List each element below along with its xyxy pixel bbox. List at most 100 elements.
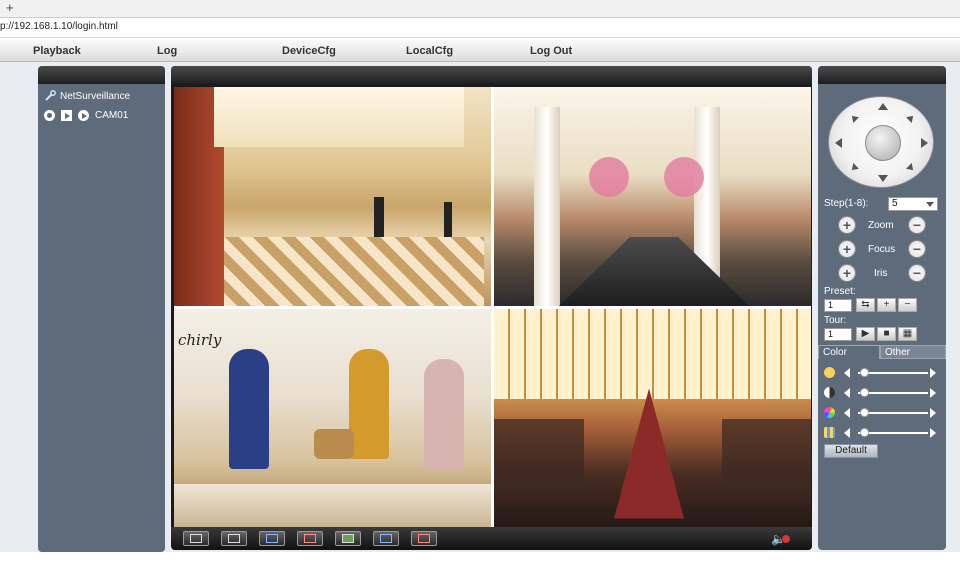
snapshot-button[interactable] xyxy=(335,531,361,546)
mute-indicator xyxy=(782,535,790,543)
menu-devicecfg[interactable]: DeviceCfg xyxy=(282,45,336,57)
store-sign: chirly xyxy=(178,330,222,349)
brightness-increase-icon[interactable] xyxy=(930,368,936,378)
record-stop-button[interactable] xyxy=(297,531,323,546)
snapshot-icon xyxy=(342,534,354,543)
zoom-label: Zoom xyxy=(868,220,894,231)
saturation-increase-icon[interactable] xyxy=(930,408,936,418)
cell4-balcony xyxy=(494,418,584,489)
ptz-left-icon[interactable] xyxy=(835,138,842,148)
tree-root-item[interactable]: NetSurveillance xyxy=(44,90,130,102)
iris-close-button[interactable]: − xyxy=(908,264,926,282)
cell2-escalator xyxy=(558,237,750,306)
ptz-center-button[interactable] xyxy=(865,125,901,161)
tab-color[interactable]: Color xyxy=(818,345,880,359)
hue-knob[interactable] xyxy=(860,428,869,437)
cell4-dome xyxy=(494,308,811,399)
color-tabs: Color Other xyxy=(818,345,946,359)
ptz-down-icon[interactable] xyxy=(878,175,888,182)
step-label: Step(1-8): xyxy=(824,198,869,209)
zoom-in-button[interactable]: + xyxy=(838,216,856,234)
video-area: chirly 🔈 xyxy=(171,66,812,550)
record-stop-icon xyxy=(304,534,316,543)
main-content: NetSurveillance CAM01 chirly 🔈 Step(1-8)… xyxy=(0,62,960,552)
mannequin xyxy=(229,348,269,469)
ptz-up-icon[interactable] xyxy=(878,103,888,110)
play-circle-icon[interactable] xyxy=(78,110,89,121)
address-bar[interactable]: p://192.168.1.10/login.html xyxy=(0,18,960,38)
menu-log[interactable]: Log xyxy=(157,45,177,57)
brightness-icon xyxy=(824,367,835,378)
play-square-icon[interactable] xyxy=(61,110,72,121)
ptz-dpad[interactable] xyxy=(828,96,934,188)
menu-localcfg[interactable]: LocalCfg xyxy=(406,45,453,57)
saturation-row xyxy=(824,407,942,419)
tour-input[interactable]: 1 xyxy=(824,328,852,341)
video-cell-1[interactable] xyxy=(174,87,491,306)
preset-remove-button[interactable]: − xyxy=(898,298,917,312)
video-header xyxy=(171,66,812,84)
url-text[interactable]: p://192.168.1.10/login.html xyxy=(0,21,118,32)
contrast-icon xyxy=(824,387,835,398)
focus-out-button[interactable]: − xyxy=(908,240,926,258)
zoom-out-button[interactable]: − xyxy=(908,216,926,234)
ptz-upright-icon[interactable] xyxy=(906,113,916,123)
cell2-decoration xyxy=(664,157,704,197)
new-tab-button[interactable]: + xyxy=(6,0,14,15)
video-cell-4[interactable] xyxy=(494,308,811,527)
preset-label: Preset: xyxy=(824,286,856,297)
focus-in-button[interactable]: + xyxy=(838,240,856,258)
cell1-person xyxy=(374,197,384,237)
hue-increase-icon[interactable] xyxy=(930,428,936,438)
talk-start-button[interactable] xyxy=(373,531,399,546)
ptz-right-icon[interactable] xyxy=(921,138,928,148)
focus-label: Focus xyxy=(868,244,896,255)
mannequin xyxy=(424,358,464,469)
record-icon[interactable] xyxy=(44,110,55,121)
preset-goto-button[interactable]: ⇆ xyxy=(856,298,875,312)
camera-label[interactable]: CAM01 xyxy=(95,110,128,121)
single-view-button[interactable] xyxy=(221,531,247,546)
brightness-knob[interactable] xyxy=(860,368,869,377)
saturation-decrease-icon[interactable] xyxy=(844,408,850,418)
saturation-knob[interactable] xyxy=(860,408,869,417)
cell4-christmas-tree xyxy=(614,388,684,519)
contrast-decrease-icon[interactable] xyxy=(844,388,850,398)
single-view-icon xyxy=(228,534,240,543)
tree-camera-item[interactable]: CAM01 xyxy=(44,110,128,121)
fullscreen-button[interactable] xyxy=(183,531,209,546)
tour-label: Tour: xyxy=(824,315,847,326)
tree-root-label: NetSurveillance xyxy=(60,90,131,102)
menu-playback[interactable]: Playback xyxy=(33,45,81,57)
cell4-balcony xyxy=(722,418,811,489)
menu-logout[interactable]: Log Out xyxy=(530,45,572,57)
ptz-downright-icon[interactable] xyxy=(906,163,916,173)
cell3-drum xyxy=(314,428,354,459)
video-cell-3[interactable]: chirly xyxy=(174,308,491,527)
preset-input[interactable]: 1 xyxy=(824,299,852,312)
hue-decrease-icon[interactable] xyxy=(844,428,850,438)
cell1-person xyxy=(444,202,452,237)
record-start-button[interactable] xyxy=(259,531,285,546)
contrast-knob[interactable] xyxy=(860,388,869,397)
contrast-increase-icon[interactable] xyxy=(930,388,936,398)
browser-tab-strip: + xyxy=(0,0,960,18)
brightness-decrease-icon[interactable] xyxy=(844,368,850,378)
default-button[interactable]: Default xyxy=(824,444,878,458)
hue-icon xyxy=(824,427,835,438)
talk-stop-button[interactable] xyxy=(411,531,437,546)
iris-open-button[interactable]: + xyxy=(838,264,856,282)
tour-grid-button[interactable]: ▦ xyxy=(898,327,917,341)
tour-play-button[interactable]: ▶ xyxy=(856,327,875,341)
preset-add-button[interactable]: + xyxy=(877,298,896,312)
tour-stop-button[interactable]: ■ xyxy=(877,327,896,341)
step-select[interactable]: 5 xyxy=(888,197,938,211)
ptz-upleft-icon[interactable] xyxy=(849,113,859,123)
cell2-decoration xyxy=(589,157,629,197)
tab-other[interactable]: Other xyxy=(880,345,946,359)
video-cell-2[interactable] xyxy=(494,87,811,306)
video-grid: chirly xyxy=(174,87,811,527)
cell1-ceiling xyxy=(214,87,464,147)
device-tree-header xyxy=(38,66,165,84)
ptz-downleft-icon[interactable] xyxy=(849,163,859,173)
